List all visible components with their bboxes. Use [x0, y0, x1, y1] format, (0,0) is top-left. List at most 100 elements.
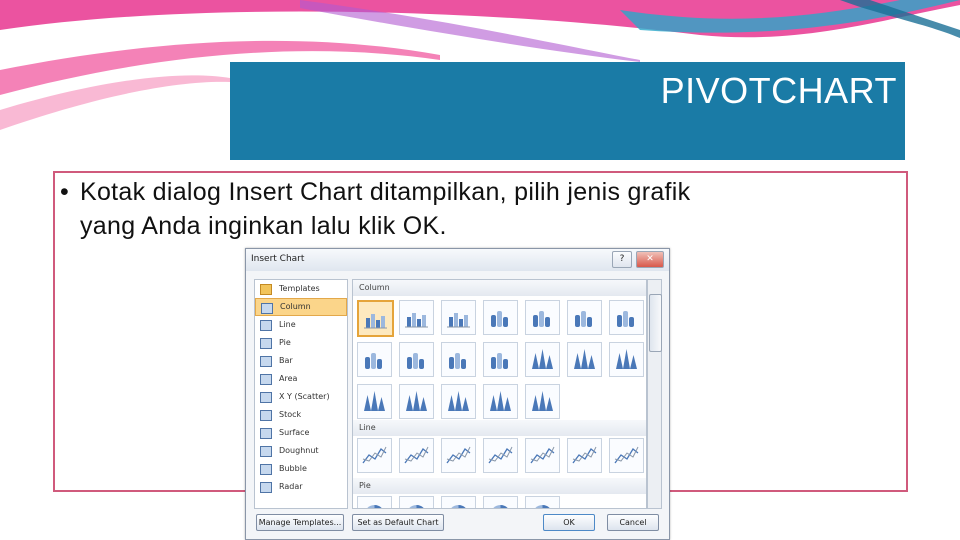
chart-thumb-line-5[interactable] [525, 438, 560, 473]
sidebar-item-label: Templates [279, 284, 320, 293]
bullet-text: • Kotak dialog Insert Chart ditampilkan, … [60, 175, 900, 243]
chart-thumb-column-16[interactable] [399, 384, 434, 419]
area-chart-icon [260, 374, 272, 385]
chart-thumb-column-8[interactable] [357, 342, 392, 377]
chart-thumb-pie-3[interactable] [441, 496, 476, 508]
line-chart-icon [446, 446, 471, 464]
sidebar-item-surface[interactable]: Surface [255, 424, 347, 442]
scroll-thumb[interactable] [649, 294, 662, 352]
sidebar-item-scatter[interactable]: X Y (Scatter) [255, 388, 347, 406]
gallery-scrollbar[interactable] [647, 279, 662, 509]
cone-chart-icon [616, 349, 637, 369]
chart-thumb-column-2[interactable] [399, 300, 434, 335]
column-chart-icon [405, 313, 428, 328]
chart-thumb-column-19[interactable] [525, 384, 560, 419]
cyl-chart-icon [449, 353, 466, 369]
chart-thumb-column-10[interactable] [441, 342, 476, 377]
sidebar-item-stock[interactable]: Stock [255, 406, 347, 424]
chart-thumb-column-13[interactable] [567, 342, 602, 377]
cancel-button[interactable]: Cancel [607, 514, 659, 531]
pie-chart-icon [535, 505, 550, 508]
pie-chart-icon [367, 505, 382, 508]
sidebar-item-radar[interactable]: Radar [255, 478, 347, 496]
sidebar-item-doughnut[interactable]: Doughnut [255, 442, 347, 460]
bullet-line-1: Kotak dialog Insert Chart ditampilkan, p… [80, 178, 691, 206]
pie-chart-icon [451, 505, 466, 508]
line-chart-icon [362, 446, 387, 464]
sidebar-item-label: Bubble [279, 464, 307, 473]
chart-thumb-column-7[interactable] [609, 300, 644, 335]
chart-thumb-pie-5[interactable] [525, 496, 560, 508]
chart-thumb-column-15[interactable] [357, 384, 392, 419]
chart-gallery: Column Line Pie [352, 279, 647, 509]
chart-thumb-line-6[interactable] [567, 438, 602, 473]
sidebar-item-line[interactable]: Line [255, 316, 347, 334]
chart-thumb-pie-2[interactable] [399, 496, 434, 508]
cone-chart-icon [532, 349, 553, 369]
bullet-dot: • [60, 178, 70, 206]
close-button[interactable]: ✕ [636, 251, 664, 268]
chart-thumb-column-9[interactable] [399, 342, 434, 377]
chart-thumb-pie-4[interactable] [483, 496, 518, 508]
chart-thumb-column-6[interactable] [567, 300, 602, 335]
ok-button[interactable]: OK [543, 514, 595, 531]
scatter-chart-icon [260, 392, 272, 403]
section-header-column: Column [353, 280, 646, 296]
column-chart-icon [447, 313, 470, 328]
column-chart-icon [261, 303, 273, 314]
chart-thumb-column-3[interactable] [441, 300, 476, 335]
radar-chart-icon [260, 482, 272, 493]
manage-templates-button[interactable]: Manage Templates... [256, 514, 344, 531]
slide-title-bar: PIVOTCHART [230, 62, 905, 160]
help-button[interactable]: ? [612, 251, 632, 268]
bullet-line-2: yang Anda inginkan lalu klik OK. [80, 212, 447, 240]
cone-chart-icon [532, 391, 553, 411]
line-chart-icon [572, 446, 597, 464]
chart-thumb-line-7[interactable] [609, 438, 644, 473]
sidebar-item-pie[interactable]: Pie [255, 334, 347, 352]
section-header-line: Line [353, 420, 646, 436]
line-chart-icon [488, 446, 513, 464]
sidebar-item-area[interactable]: Area [255, 370, 347, 388]
folder-icon [260, 284, 272, 295]
dialog-title-bar: Insert Chart ? ✕ [246, 249, 669, 271]
chart-type-list: Templates Column Line Pie Bar Area X Y (… [254, 279, 348, 509]
sidebar-item-label: Bar [279, 356, 293, 365]
sidebar-item-templates[interactable]: Templates [255, 280, 347, 298]
cyl-chart-icon [575, 311, 592, 327]
chart-thumb-pie-1[interactable] [357, 496, 392, 508]
surface-chart-icon [260, 428, 272, 439]
cyl-chart-icon [617, 311, 634, 327]
chart-thumb-line-2[interactable] [399, 438, 434, 473]
sidebar-item-label: Surface [279, 428, 310, 437]
cone-chart-icon [364, 391, 385, 411]
dialog-title: Insert Chart [251, 254, 305, 264]
sidebar-item-label: Area [279, 374, 298, 383]
sidebar-item-bubble[interactable]: Bubble [255, 460, 347, 478]
sidebar-item-label: Doughnut [279, 446, 319, 455]
chart-thumb-column-1[interactable] [357, 300, 394, 337]
doughnut-chart-icon [260, 446, 272, 457]
line-chart-icon [404, 446, 429, 464]
sidebar-item-column[interactable]: Column [255, 298, 347, 316]
column-chart-icon [364, 314, 387, 329]
chart-thumb-line-3[interactable] [441, 438, 476, 473]
chart-thumb-column-11[interactable] [483, 342, 518, 377]
chart-thumb-column-17[interactable] [441, 384, 476, 419]
chart-thumb-column-12[interactable] [525, 342, 560, 377]
bar-chart-icon [260, 356, 272, 367]
chart-thumb-line-1[interactable] [357, 438, 392, 473]
cone-chart-icon [574, 349, 595, 369]
chart-thumb-column-5[interactable] [525, 300, 560, 335]
sidebar-item-bar[interactable]: Bar [255, 352, 347, 370]
chart-thumb-column-14[interactable] [609, 342, 644, 377]
cyl-chart-icon [407, 353, 424, 369]
chart-thumb-column-18[interactable] [483, 384, 518, 419]
set-default-chart-button[interactable]: Set as Default Chart [352, 514, 444, 531]
pie-chart-icon [409, 505, 424, 508]
insert-chart-dialog: Insert Chart ? ✕ Templates Column Line P… [245, 248, 670, 540]
sidebar-item-label: Line [279, 320, 296, 329]
cyl-chart-icon [491, 353, 508, 369]
chart-thumb-column-4[interactable] [483, 300, 518, 335]
chart-thumb-line-4[interactable] [483, 438, 518, 473]
